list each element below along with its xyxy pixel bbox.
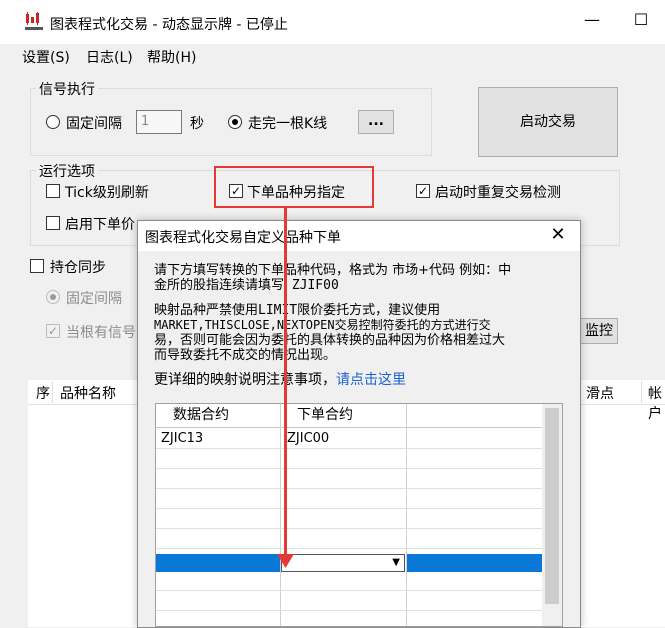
run-options-title: 运行选项 [36,161,98,181]
grid-col-divider [280,404,281,626]
more-info-link[interactable]: 请点击这里 [336,372,406,388]
grid-selected-row-cell[interactable] [156,554,280,572]
dialog-warning-line4: 而导致委托不成交的情况出现。 [154,348,337,363]
symbol-mapping-grid: 数据合约 下单合约 ZJIC13 ZJIC00 ▼ [155,403,563,627]
grid-col-divider [406,404,407,626]
startup-check-label: 启动时重复交易检测 [435,185,561,201]
grid-header-order-contract[interactable]: 下单合约 [297,404,353,427]
dialog-more-info: 更详细的映射说明注意事项，请点击这里 [154,373,406,388]
grid-selected-row-cell[interactable] [407,554,542,572]
tick-refresh-checkbox[interactable] [46,184,60,198]
col-header-symbol-name[interactable]: 品种名称 [60,383,116,403]
chevron-down-icon: ▼ [392,557,400,568]
col-header-account[interactable]: 帐户 [648,383,665,423]
order-price-checkbox[interactable] [46,216,60,230]
startup-check-checkbox[interactable]: ✓ [416,184,430,198]
col-divider [52,381,53,403]
dialog-warning-line3: 易，否则可能会因为委托的具体转换的品种因为价格相差过大 [154,333,506,348]
dialog-warning-line1: 映射品种严禁使用LIMIT限价委托方式，建议使用 [154,303,441,318]
grid-scrollbar-thumb[interactable] [545,408,559,604]
custom-symbol-dialog: 图表程式化交易自定义品种下单 ✕ 请下方填写转换的下单品种代码，格式为 市场+代… [137,220,581,628]
signal-more-button[interactable]: ... [358,110,394,134]
grid-row-line [156,468,542,469]
minimize-button[interactable]: — [577,10,607,29]
window-title: 图表程式化交易 - 动态显示牌 - 已停止 [50,17,288,33]
complete-bar-label: 走完一根K线 [248,116,328,132]
menu-help[interactable]: 帮助(H) [147,47,196,67]
sync-fixed-interval-label: 固定间隔 [66,291,122,307]
col-divider [641,381,642,403]
order-contract-dropdown[interactable]: ▼ [281,554,405,572]
grid-row-1-order[interactable]: ZJIC00 [287,431,329,446]
dialog-instruction-line2: 金所的股指连续请填写 ZJIF00 [154,278,339,293]
menu-log[interactable]: 日志(L) [86,47,133,67]
order-price-label: 启用下单价 [65,217,135,233]
dialog-title: 图表程式化交易自定义品种下单 [145,230,341,246]
grid-row-1-data[interactable]: ZJIC13 [161,431,203,446]
fixed-interval-label: 固定间隔 [66,116,122,132]
position-sync-checkbox[interactable] [30,259,44,273]
dialog-warning-line2: MARKET,THISCLOSE,NEXTOPEN交易控制符委托的方式进行交 [154,318,491,332]
grid-row-line [156,548,542,549]
sync-when-signal-checkbox[interactable]: ✓ [46,324,60,338]
sync-when-signal-label: 当根有信号 [66,325,136,341]
complete-bar-radio[interactable] [228,115,242,129]
more-info-text: 更详细的映射说明注意事项， [154,372,336,388]
grid-row-line [156,590,542,591]
fixed-interval-radio[interactable] [46,115,60,129]
grid-row-line [156,488,542,489]
grid-row-line [156,508,542,509]
tick-refresh-label: Tick级别刷新 [65,185,149,201]
highlight-box [214,166,374,208]
col-header-index[interactable]: 序 [36,383,50,403]
interval-input[interactable]: 1 [136,110,182,134]
grid-header-data-contract[interactable]: 数据合约 [173,404,229,427]
window-titlebar: 图表程式化交易 - 动态显示牌 - 已停止 — ☐ [0,0,665,44]
grid-row-line [156,610,542,611]
grid-header-divider [156,427,542,428]
signal-group-title: 信号执行 [36,79,98,99]
seconds-label: 秒 [190,116,204,132]
grid-row-line [156,448,542,449]
grid-row-line [156,528,542,529]
position-sync-label: 持仓同步 [50,260,106,276]
start-trading-button[interactable]: 启动交易 [478,87,618,157]
menu-settings[interactable]: 设置(S) [22,47,70,67]
dialog-close-button[interactable]: ✕ [543,224,573,245]
sync-fixed-interval-radio[interactable] [46,290,60,304]
col-header-slippage[interactable]: 滑点 [586,383,614,403]
annotation-arrow-head [277,554,294,568]
chart-app-logo-icon [25,12,43,30]
dialog-instruction-line1: 请下方填写转换的下单品种代码，格式为 市场+代码 例如：中 [154,263,512,278]
annotation-arrow [284,208,287,560]
maximize-button[interactable]: ☐ [626,10,656,29]
